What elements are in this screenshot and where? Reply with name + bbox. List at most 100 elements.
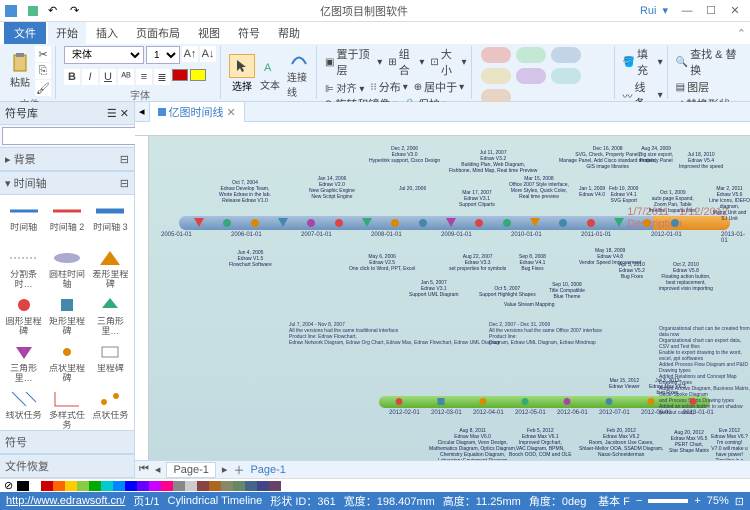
highlight-color-button[interactable] <box>190 69 206 81</box>
callout[interactable]: Sep 8, 2008Edraw V4.1Bug Fixes <box>519 254 546 272</box>
color-swatch[interactable] <box>161 481 173 491</box>
shape-item[interactable]: 分割条时… <box>3 245 44 290</box>
callout-2[interactable]: Feb 20, 2012Edraw Max V6.2Room, Jacobson… <box>579 428 663 458</box>
color-swatch[interactable] <box>221 481 233 491</box>
shape-item[interactable]: 点状任务 <box>90 386 131 430</box>
ribbon-collapse-icon[interactable]: ⌃ <box>737 27 746 40</box>
no-color-icon[interactable]: ⊘ <box>4 479 13 492</box>
color-swatch[interactable] <box>209 481 221 491</box>
milestone-marker-2[interactable] <box>438 398 445 405</box>
color-swatch[interactable] <box>53 481 65 491</box>
callout[interactable]: Apr 5, 2010Edraw V5.2Bug Fixes <box>619 262 645 280</box>
save-icon[interactable] <box>26 4 40 18</box>
color-swatch[interactable] <box>41 481 53 491</box>
close-button[interactable]: ✕ <box>724 3 746 19</box>
tab-prev-icon[interactable]: ◂ <box>139 105 145 118</box>
callout[interactable]: Oct 7, 2004Edraw Develop Team,Wrote Edra… <box>219 180 271 204</box>
callout[interactable]: Sep 10, 2008Title CompatibleBlue Theme <box>549 282 585 300</box>
format-painter-button[interactable]: 🖌 <box>35 80 51 96</box>
milestone-marker[interactable] <box>391 219 399 227</box>
text-tool[interactable]: A文本 <box>258 54 282 94</box>
maximize-button[interactable]: ☐ <box>700 3 722 19</box>
milestone-marker[interactable] <box>614 218 624 227</box>
callout[interactable]: Jun 4, 2005Edraw V1.5Flowchart Software <box>229 250 272 268</box>
callout[interactable]: Dec 2, 2006Edraw V3.0Hyperlink support, … <box>369 146 440 164</box>
callout[interactable]: Aug 24, 2009Big size export,Property Pan… <box>639 146 673 164</box>
tab-insert[interactable]: 插入 <box>88 22 126 44</box>
accordion-timeline[interactable]: ▾ 时间轴⊟ <box>0 171 134 195</box>
milestone-marker[interactable] <box>559 219 567 227</box>
color-swatch[interactable] <box>77 481 89 491</box>
color-swatch[interactable] <box>113 481 125 491</box>
note[interactable]: Organizational chart can be created from… <box>659 326 750 416</box>
size-button[interactable]: ⊡ 大小 ▾ <box>430 46 466 78</box>
callout[interactable]: Jan 5, 2007Edraw V3.1Support UML Diagram <box>409 280 459 298</box>
center-button[interactable]: ⊕ 居中于 ▾ <box>414 79 464 95</box>
cut-button[interactable]: ✂ <box>35 46 51 62</box>
milestone-marker[interactable] <box>475 219 483 227</box>
callout[interactable]: Jul 20, 2006 <box>399 186 426 192</box>
color-swatch[interactable] <box>245 481 257 491</box>
status-view[interactable]: 基本 F <box>598 493 630 509</box>
color-swatch[interactable] <box>125 481 137 491</box>
align-shapes-button[interactable]: ⊫ 对齐 ▾ <box>325 79 364 95</box>
page-first-icon[interactable]: ⏮ <box>139 463 149 476</box>
tab-view[interactable]: 视图 <box>190 22 228 44</box>
user-dropdown-icon[interactable]: ▾ <box>662 4 668 17</box>
milestone-marker[interactable] <box>194 218 204 227</box>
tab-help[interactable]: 帮助 <box>270 22 308 44</box>
callout-2[interactable]: Mar 15, 2012Edraw Viewer <box>609 378 640 390</box>
page-add-icon[interactable]: ＋ <box>233 462 244 478</box>
milestone-marker[interactable] <box>587 219 595 227</box>
align-button[interactable]: ≣ <box>154 69 170 85</box>
milestone-marker[interactable] <box>419 219 427 227</box>
underline-button[interactable]: U <box>100 69 116 85</box>
color-swatch[interactable] <box>17 481 29 491</box>
milestone-marker[interactable] <box>446 218 456 227</box>
zoom-in-icon[interactable]: + <box>694 495 700 507</box>
callout-2[interactable]: Jul 3, 2012Edraw Max V6.3bug Fixes <box>649 378 686 396</box>
milestone-marker[interactable] <box>362 218 372 227</box>
shape-item[interactable]: 三角形里… <box>90 292 131 337</box>
font-color-button[interactable] <box>172 69 188 81</box>
sidebar-menu-icon[interactable]: ☰ ✕ <box>107 107 129 120</box>
shape-item[interactable]: 差形里程碑 <box>90 245 131 290</box>
milestone-marker[interactable] <box>671 219 679 227</box>
callout[interactable]: Oct 2, 2010Edraw V5.8Floating action but… <box>659 262 713 292</box>
redo-icon[interactable]: ↷ <box>70 4 84 18</box>
milestone-marker-2[interactable] <box>564 398 571 405</box>
zoom-slider[interactable] <box>648 499 688 503</box>
callout[interactable]: Jul 11, 2007Edraw V3.2Building Plan, Web… <box>449 150 537 174</box>
close-tab-icon[interactable]: ✕ <box>227 106 236 119</box>
milestone-marker[interactable] <box>335 219 343 227</box>
callout-2[interactable]: Aug 20, 2012Edraw Max V6.5PERT Chart,Sta… <box>669 430 709 454</box>
distribute-button[interactable]: ⁝⁝ 分布 ▾ <box>370 79 407 95</box>
shape-item[interactable]: 时间轴 2 <box>46 198 87 243</box>
file-menu[interactable]: 文件 <box>4 22 46 44</box>
document-tab[interactable]: 亿图时间线✕ <box>149 101 245 122</box>
shape-item[interactable]: 线状任务 <box>3 386 44 430</box>
milestone-marker[interactable] <box>251 219 259 227</box>
find-replace-button[interactable]: 🔍 查找 & 替换 <box>676 46 742 78</box>
shape-item[interactable]: 圆柱时间轴 <box>46 245 87 290</box>
user-name[interactable]: Rui <box>640 5 657 17</box>
shape-item[interactable]: 时间轴 <box>3 198 44 243</box>
shape-item[interactable]: 时间轴 3 <box>90 198 131 243</box>
note[interactable]: Jul 7, 2004 - Nov 8, 2007All the version… <box>289 322 500 346</box>
milestone-marker-2[interactable] <box>690 398 697 405</box>
accordion-bg[interactable]: ▸ 背景⊟ <box>0 147 134 171</box>
callout[interactable]: Mar 17, 2007Edraw V3.1Support Cliparts <box>459 190 495 208</box>
page-next-icon[interactable]: ▸ <box>222 463 228 476</box>
tab-start[interactable]: 开始 <box>48 22 86 44</box>
milestone-marker-2[interactable] <box>606 398 613 405</box>
callout[interactable]: Aug 22, 2007Edraw V3.3set properties for… <box>449 254 506 272</box>
copy-button[interactable]: ⎘ <box>35 63 51 79</box>
page-tab-1[interactable]: Page-1 <box>166 462 215 478</box>
font-size-select[interactable]: 10 <box>146 46 180 64</box>
status-url[interactable]: http://www.edrawsoft.cn/ <box>6 495 125 507</box>
bring-front-button[interactable]: ▣ 置于顶层 ▾ <box>325 46 382 78</box>
callout[interactable]: Jan 1, 2009Edraw V4.0 <box>579 186 605 198</box>
shape-item[interactable]: 三角形里… <box>3 339 44 384</box>
milestone-marker[interactable] <box>530 218 540 227</box>
note[interactable]: Dec 2, 2007 - Dec 31, 2009All the versio… <box>489 322 602 346</box>
